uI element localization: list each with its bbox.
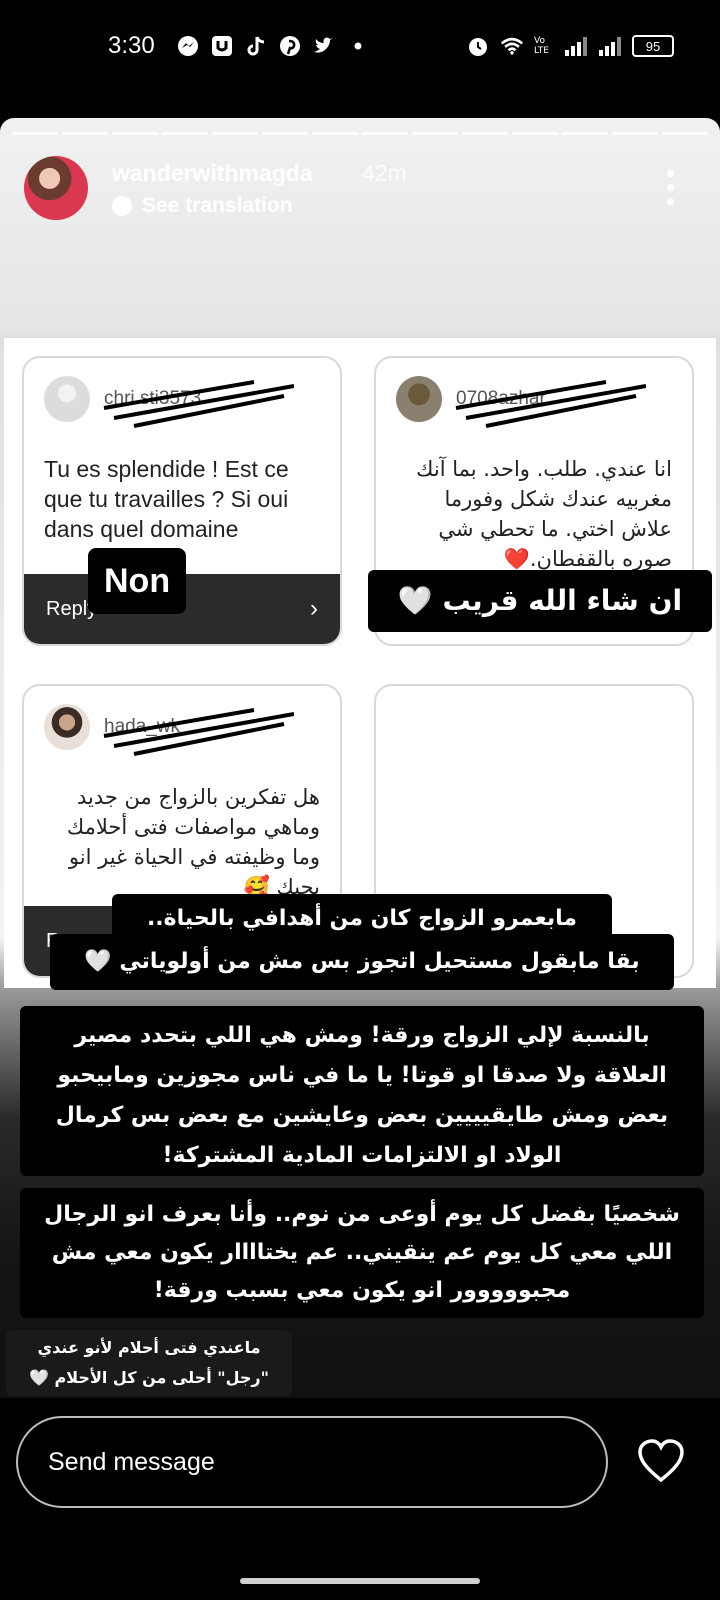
question-cards-panel: chri.sti3573 Tu es splendide ! Est ce qu… <box>4 338 716 988</box>
heart-icon[interactable] <box>636 1438 686 1484</box>
redaction-scribble <box>103 708 294 756</box>
story-paragraph: بالنسبة لإلي الزواج ورقة! ومش هي اللي بت… <box>20 1006 704 1176</box>
notification-icons <box>176 34 370 58</box>
story-username[interactable]: wanderwithmagda <box>112 160 313 187</box>
question-text: Tu es splendide ! Est ce que tu travaill… <box>44 456 289 542</box>
avatar[interactable] <box>24 156 88 220</box>
story-caption: ماعندي فتى أحلام لأنو عندي "رجل" أحلى من… <box>6 1330 292 1396</box>
send-message-placeholder: Send message <box>48 1447 215 1476</box>
story-progress-bar <box>12 132 708 135</box>
network-label: Vo LTE <box>534 36 549 56</box>
avatar <box>44 704 90 750</box>
see-translation-button[interactable]: See translation <box>112 194 293 218</box>
sticker-text: Non <box>104 562 171 600</box>
answer-sticker: ان شاء الله قريب 🤍 <box>368 570 712 632</box>
redaction-scribble <box>455 380 646 428</box>
twitter-icon <box>312 34 336 58</box>
tiktok-icon <box>244 34 268 58</box>
alarm-icon <box>466 34 490 58</box>
system-icons: Vo LTE 95 <box>466 34 674 58</box>
more-options-icon[interactable] <box>666 170 674 205</box>
sticker-text: ان شاء الله قريب 🤍 <box>397 584 683 617</box>
signal-icon <box>564 34 588 58</box>
story-paragraph: شخصيًا بفضل كل يوم أوعى من نوم.. وأنا بع… <box>20 1188 704 1318</box>
see-translation-label: See translation <box>142 194 293 217</box>
question-text: انا عندي. طلب. واحد. بما آنك مغربيه عندك… <box>416 457 672 571</box>
translate-icon <box>112 196 132 216</box>
story-timestamp: 42m <box>362 160 407 186</box>
messenger-icon <box>176 34 200 58</box>
send-message-input[interactable]: Send message <box>16 1416 608 1508</box>
avatar <box>396 376 442 422</box>
status-time: 3:30 <box>108 32 155 59</box>
question-text: هل تفكرين بالزواج من جديد وماهي مواصفات … <box>66 785 320 899</box>
avatar <box>44 376 90 422</box>
story-header: wanderwithmagda 42m See translation <box>24 156 704 226</box>
wifi-icon <box>500 34 524 58</box>
signal-icon <box>598 34 622 58</box>
pinterest-icon <box>278 34 302 58</box>
status-bar: 3:30 Vo LTE 95 <box>0 0 720 100</box>
redaction-scribble <box>103 380 294 428</box>
story-caption: بقا مابقول مستحيل اتجوز بس مش من أولويات… <box>50 934 674 990</box>
answer-sticker: Non <box>88 548 187 614</box>
story-view[interactable]: wanderwithmagda 42m See translation chri… <box>0 118 720 1398</box>
home-indicator[interactable] <box>240 1578 480 1584</box>
battery-icon: 95 <box>632 35 674 57</box>
chevron-right-icon: › <box>310 595 318 622</box>
dot-icon <box>346 34 370 58</box>
u-app-icon <box>210 34 234 58</box>
